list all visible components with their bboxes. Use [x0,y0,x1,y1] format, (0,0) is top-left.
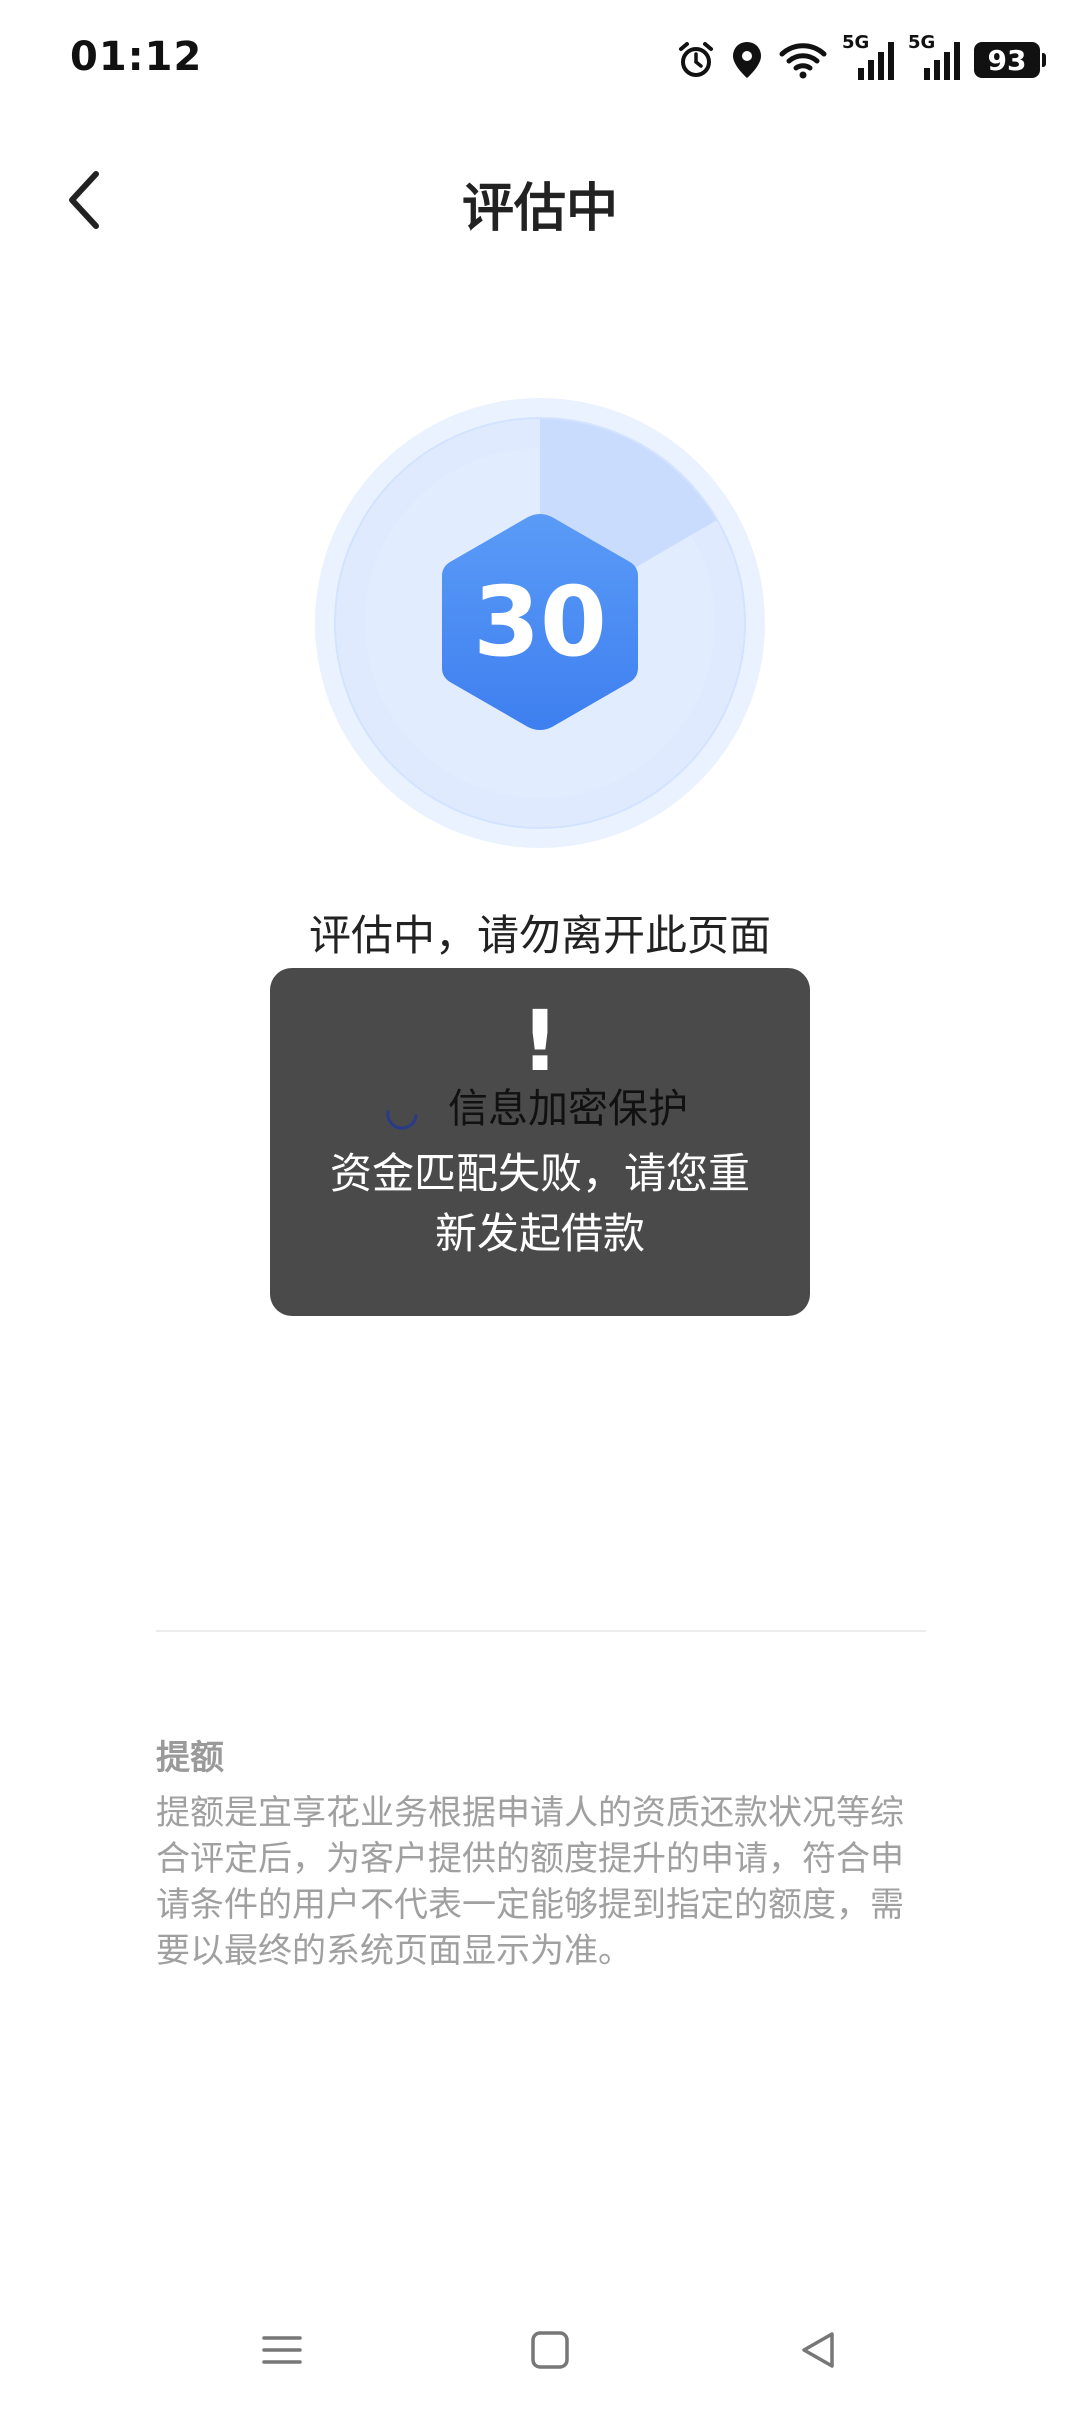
exclamation-icon: ! [520,992,560,1090]
location-icon [730,40,764,80]
signal-icon: 5G [842,32,894,82]
status-bar: 01:12 5G 5G 93 [0,0,1080,120]
header: 评估中 [0,150,1080,250]
nav-home-button[interactable] [522,2322,578,2378]
home-square-icon [531,2331,569,2369]
battery-indicator: 93 [974,42,1046,78]
toast-message: 资金匹配失败，请您重新发起借款 [329,1149,750,1258]
system-nav-bar [0,2310,1080,2390]
note-body: 提额是宜享花业务根据申请人的资质还款状况等综合评定后，为客户提供的额度提升的申请… [156,1793,904,1971]
encryption-text: 信息加密保护 [448,1086,688,1132]
divider [156,1630,926,1632]
note-title: 提额 [156,1738,224,1778]
nav-menu-button[interactable] [254,2322,310,2378]
page-title: 评估中 [461,179,618,239]
nav-back-button[interactable] [790,2322,846,2378]
status-icons: 5G 5G 93 [676,32,1046,84]
error-toast: ! 信息加密保护 资金匹配失败，请您重新发起借款 [270,968,810,1316]
alarm-icon [676,40,716,80]
status-time: 01:12 [70,34,203,80]
evaluation-status-text: 评估中，请勿离开此页面 [308,911,771,960]
menu-icon [262,2336,302,2364]
triangle-back-icon [802,2332,834,2368]
signal-icon-2: 5G [908,32,960,82]
loading-spinner-icon [386,1110,418,1130]
countdown-number: 30 [473,566,607,678]
wifi-icon [778,40,828,80]
